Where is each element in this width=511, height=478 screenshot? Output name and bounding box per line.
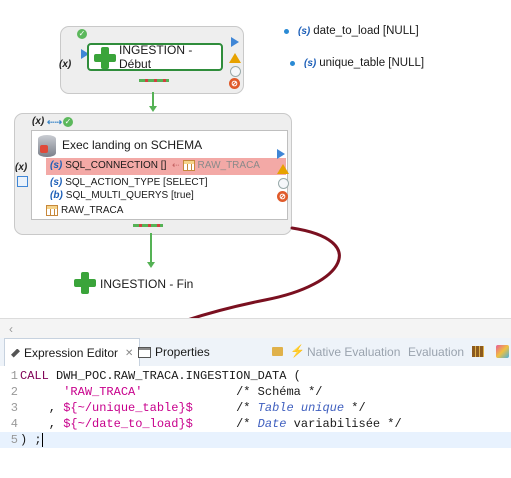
process-canvas[interactable]: (s) date_to_load [NULL] (s) unique_table… — [0, 0, 511, 350]
run-icon[interactable]: ⚡ — [290, 344, 305, 358]
folder-icon[interactable] — [272, 347, 283, 356]
palette-icon[interactable] — [496, 345, 509, 358]
line-number: 5 — [10, 433, 18, 447]
expression-editor[interactable]: 1 CALL DWH_POC.RAW_TRACA.INGESTION_DATA (… — [0, 366, 511, 478]
line-number: 4 — [10, 417, 18, 431]
code-comment-open: /* — [236, 417, 258, 431]
code-comment-open: /* — [236, 401, 258, 415]
code-line[interactable]: 4 , ${~/date_to_load}$ /* Date variabili… — [0, 416, 511, 432]
code-comment-text: Table unique — [257, 401, 345, 415]
text-cursor — [41, 433, 43, 447]
horizontal-scrollbar[interactable]: ‹ — [0, 318, 511, 339]
pencil-icon — [11, 348, 20, 358]
code-text: , — [20, 401, 64, 415]
tab-label: Properties — [155, 345, 210, 359]
code-string: 'RAW_TRACA' — [63, 385, 143, 399]
code-variable: ${~/date_to_load}$ — [63, 417, 193, 431]
scroll-left-icon[interactable]: ‹ — [9, 322, 13, 336]
code-variable: ${~/unique_table}$ — [63, 401, 193, 415]
code-comment-text: Date — [257, 417, 287, 431]
line-number: 2 — [10, 385, 18, 399]
code-line[interactable]: 1 CALL DWH_POC.RAW_TRACA.INGESTION_DATA ( — [0, 368, 511, 384]
evaluation-button[interactable]: Evaluation — [408, 345, 464, 359]
code-keyword: CALL — [20, 369, 49, 383]
close-icon[interactable]: ✕ — [125, 348, 133, 359]
code-comment-close: variabilisée */ — [286, 417, 402, 431]
line-number: 1 — [10, 369, 18, 383]
line-number: 3 — [10, 401, 18, 415]
tab-expression-editor[interactable]: Expression Editor ✕ — [4, 338, 141, 367]
code-text: , — [20, 417, 64, 431]
editor-tab-bar: Expression Editor ✕ Properties ⚡ Native … — [0, 338, 511, 367]
properties-icon — [138, 346, 151, 358]
annotation-arrow — [120, 226, 341, 350]
tab-properties[interactable]: Properties — [138, 338, 210, 366]
code-text: ) ; — [20, 433, 42, 447]
code-line[interactable]: 2 'RAW_TRACA' /* Schéma */ — [0, 384, 511, 400]
code-line-current[interactable]: 5) ; — [0, 432, 511, 448]
code-line[interactable]: 3 , ${~/unique_table}$ /* Table unique *… — [0, 400, 511, 416]
code-text: DWH_POC.RAW_TRACA.INGESTION_DATA ( — [48, 369, 301, 383]
code-comment: /* Schéma */ — [236, 385, 323, 399]
library-icon[interactable] — [472, 346, 484, 357]
tab-label: Expression Editor — [24, 346, 119, 360]
native-evaluation-button[interactable]: Native Evaluation — [307, 345, 400, 359]
code-comment-close: */ — [344, 401, 366, 415]
